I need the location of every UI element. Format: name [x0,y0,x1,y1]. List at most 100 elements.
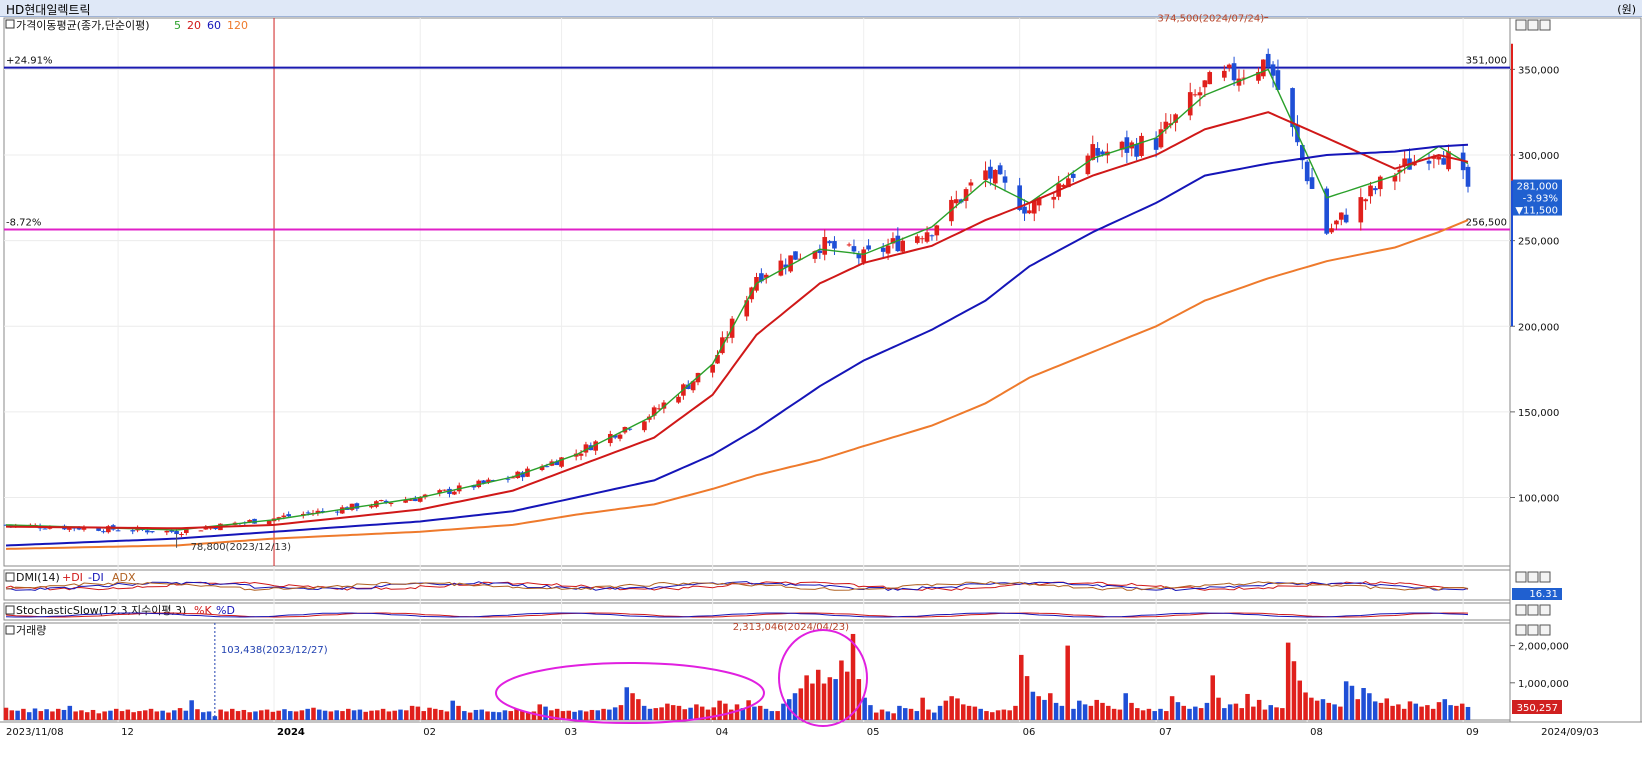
volume-bar [578,710,583,720]
volume-bar [1285,642,1291,720]
volume-bar [1117,709,1123,720]
candle-body [452,491,457,495]
panel-min-button[interactable] [1515,19,1527,31]
candle-body [817,250,823,254]
candle-body [149,531,155,533]
volume-bar [1059,705,1065,720]
panel-max-button[interactable] [1527,571,1539,583]
candle-body [1022,206,1027,214]
volume-bar [1396,704,1401,720]
panel-max-button[interactable] [1527,19,1539,31]
chart-svg[interactable]: 350,000 300,000 250,000 200,000 150,000 100,0… [0,0,1642,774]
change-amount: ▼11,500 [1515,206,1558,217]
volume-bar [415,706,421,720]
volume-bar [427,707,432,720]
volume-bar [1198,708,1204,720]
last-price: 281,000 [1517,182,1558,193]
x-axis-label: 12 [121,727,134,738]
volume-bar [798,688,804,720]
volume-bar [305,708,310,720]
panel-max-button[interactable] [1527,624,1539,636]
change-percent: -3.93% [1523,194,1558,205]
candle-body [1207,72,1213,85]
x-axis-label: 08 [1310,727,1323,738]
panel-close-button[interactable] [1539,19,1551,31]
volume-bar [1019,654,1024,720]
volume-bar [1390,705,1395,720]
volume-bar [380,708,386,720]
volume-bar [73,711,78,720]
volume-bar [1158,708,1163,720]
y-tick-label: 100,000 [1518,494,1559,505]
volume-bar [752,706,757,720]
candle-body [198,530,204,532]
volume-bar [955,698,960,720]
candle-body [1309,177,1315,189]
panel-min-button[interactable] [1515,624,1527,636]
candle-body [1070,173,1076,178]
stoch-label: StochasticSlow(12,3,지수이평,3) [16,604,186,617]
panel-close-button[interactable] [1539,624,1551,636]
volume-bar [241,709,247,720]
candle-body [1031,200,1037,214]
panel-min-button[interactable] [1515,571,1527,583]
volume-bar [9,710,15,720]
volume-bar [1048,693,1053,720]
panel-max-button[interactable] [1527,604,1539,616]
volume-y-tick-label: 1,000,000 [1518,679,1569,690]
candle-body [929,235,935,237]
volume-bar [61,709,67,720]
y-tick-label: 350,000 [1518,65,1559,76]
volume-bar [1378,702,1384,720]
volume-bar [456,705,461,720]
volume-bar [26,712,32,720]
volume-bar [612,707,618,720]
volume-bar [201,712,206,720]
volume-bar [1001,709,1007,720]
ma-label-20: 20 [187,19,201,32]
volume-bar [914,711,920,720]
candle-body [676,396,681,403]
panel-close-button[interactable] [1539,571,1551,583]
y-tick-label: 200,000 [1518,322,1559,333]
candle-body [793,251,798,260]
volume-bar [160,710,165,720]
candle-body [919,238,925,240]
volume-bar [850,633,856,720]
volume-bar [1372,701,1378,720]
volume-bar [340,711,345,720]
volume-bar [299,710,305,720]
panel-min-button[interactable] [1515,604,1527,616]
candle-body [617,434,623,439]
x-axis-label: 06 [1023,727,1036,738]
volume-bar [357,709,363,720]
volume-bar [1413,703,1419,720]
volume-bar [1274,707,1279,720]
volume-bar [723,703,728,720]
dmi-value: 16.31 [1529,589,1558,600]
volume-bar [1430,708,1436,720]
volume-bar [235,711,241,720]
volume-bar [467,712,473,720]
volume-bar [189,700,194,720]
candle-body [997,165,1003,175]
volume-bar [322,710,328,720]
candle-body [1358,197,1364,223]
candle-body [832,241,837,249]
volume-bar [50,711,55,720]
volume-bar [1442,699,1448,720]
candle-body [934,225,940,236]
volume-bar [1303,692,1308,720]
candle-body [1446,151,1451,170]
volume-bar [351,710,357,720]
panel-close-button[interactable] [1539,604,1551,616]
volume-bar [937,705,943,720]
volume-bar [995,710,1001,720]
volume-bar [1013,705,1018,720]
x-axis-label: 03 [565,727,578,738]
volume-bar [1239,708,1244,720]
x-axis-label: 09 [1466,727,1479,738]
candle-body [286,514,291,517]
volume-bar [119,711,125,720]
price-panel-frame [3,17,1511,567]
